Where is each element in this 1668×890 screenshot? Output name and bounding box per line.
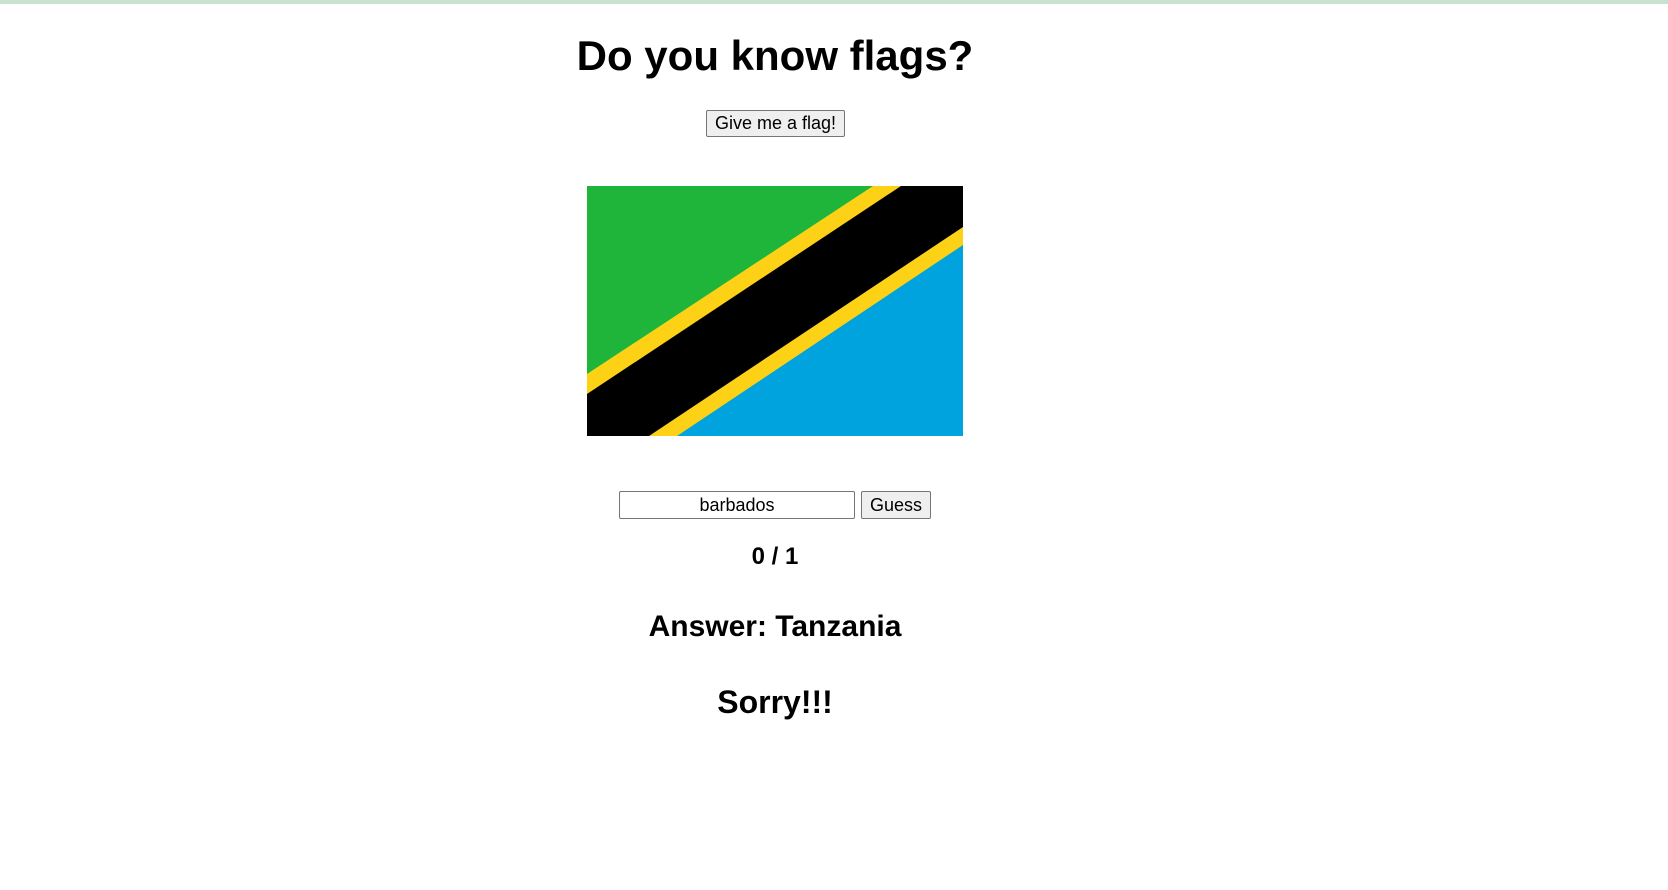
- give-flag-button[interactable]: Give me a flag!: [706, 110, 845, 137]
- guess-button[interactable]: Guess: [861, 491, 931, 519]
- flag-image: [587, 186, 963, 436]
- result-text: Sorry!!!: [717, 684, 833, 720]
- flag-quiz-page: Do you know flags? Give me a flag! Guess…: [0, 0, 1550, 890]
- score-text: 0 / 1: [751, 543, 799, 570]
- guess-input[interactable]: [619, 491, 855, 519]
- page-title: Do you know flags?: [576, 32, 974, 79]
- answer-text: Answer: Tanzania: [648, 610, 902, 643]
